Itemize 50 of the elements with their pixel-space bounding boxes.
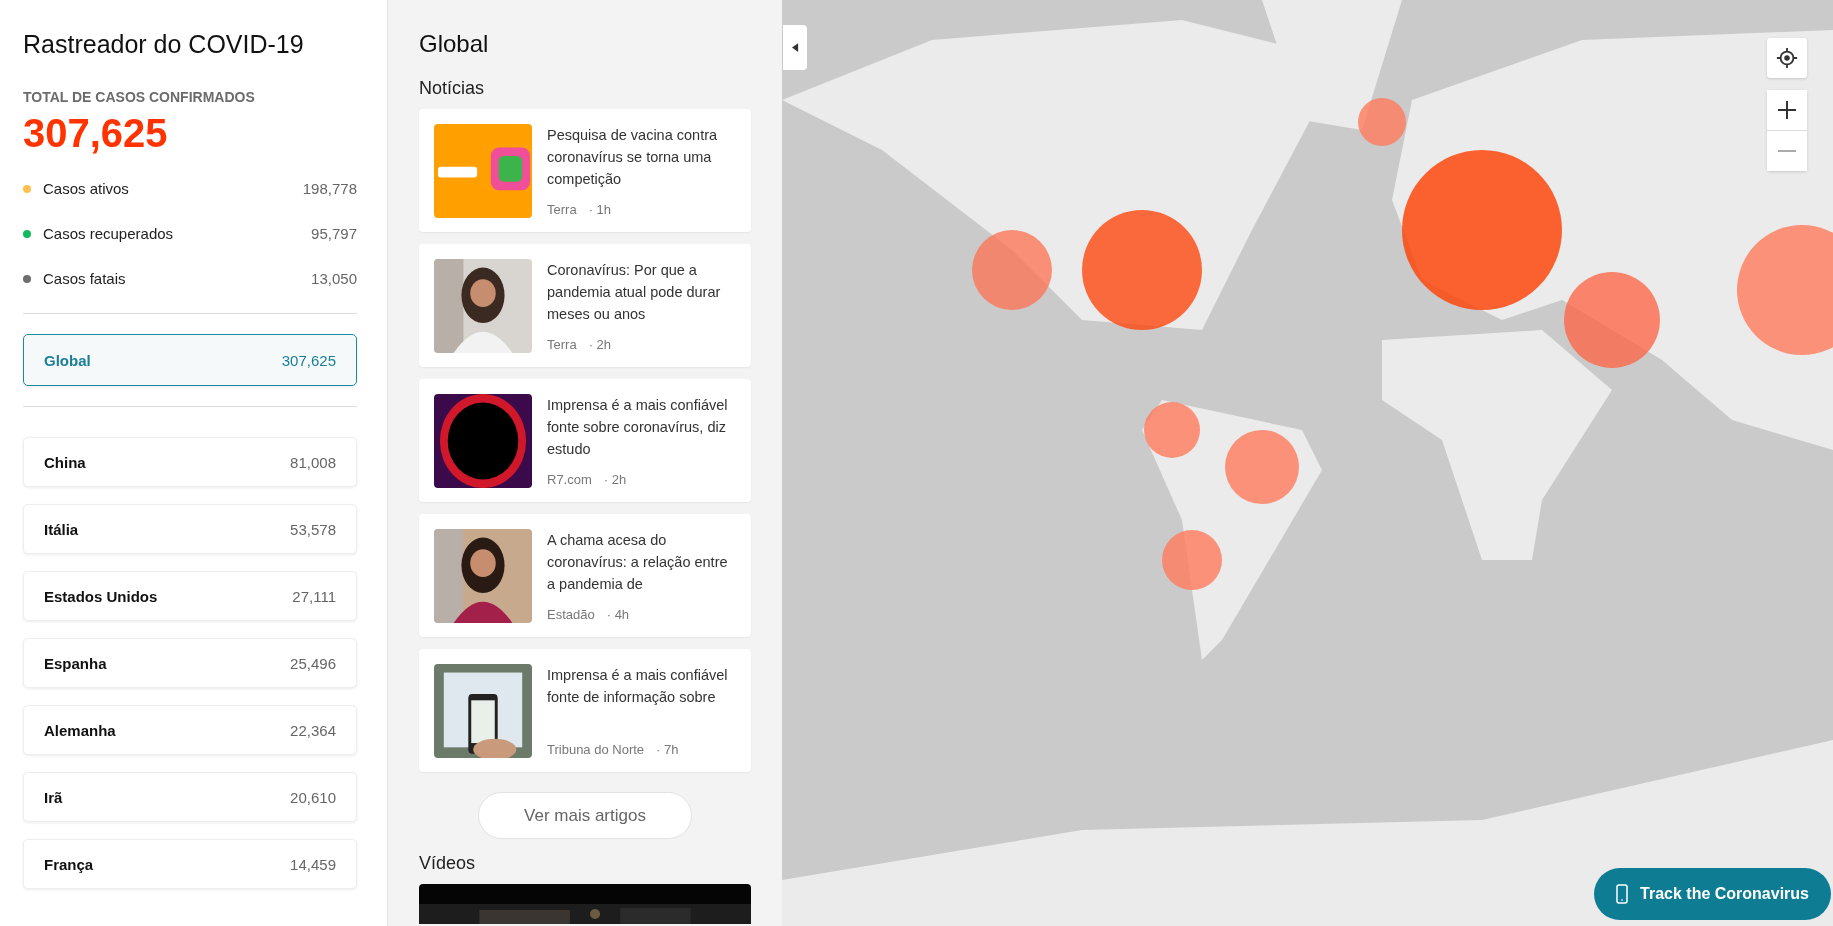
- country-card[interactable]: Alemanha 22,364: [23, 705, 357, 755]
- news-source: R7.com: [547, 472, 592, 487]
- total-label: TOTAL DE CASOS CONFIRMADOS: [23, 89, 256, 105]
- news-source: Terra: [547, 337, 577, 352]
- news-card[interactable]: A chama acesa do coronavírus: a relação entre a pandemia de Estadão · 4h: [419, 514, 751, 637]
- zoom-in-button[interactable]: [1767, 90, 1807, 130]
- news-card[interactable]: Coronavírus: Por que a pandemia atual pode durar meses ou anos Terra · 2h: [419, 244, 751, 367]
- videos-heading: Vídeos: [419, 853, 477, 874]
- news-headline[interactable]: Coronavírus: Por que a pandemia atual pode durar meses ou anos: [547, 259, 736, 325]
- news-time: · 7h: [656, 742, 679, 757]
- news-headline[interactable]: Imprensa é a mais confiável fonte de informação sobre: [547, 664, 736, 708]
- news-source: Tribuna do Norte: [547, 742, 645, 757]
- stat-value: 198,778: [302, 180, 357, 197]
- news-source: Terra: [547, 202, 577, 217]
- country-card[interactable]: Itália 53,578: [23, 504, 357, 554]
- news-card[interactable]: Pesquisa de vacina contra coronavírus se torna uma competição Terra · 1h: [419, 109, 751, 232]
- stat-value: 95,797: [311, 225, 357, 242]
- collapse-panel-button[interactable]: [783, 25, 807, 70]
- region-card[interactable]: Global 307,625: [23, 334, 357, 386]
- more-articles-button[interactable]: Ver mais artigos: [478, 792, 692, 839]
- stat-label: Casos recuperados: [43, 225, 174, 242]
- news-card[interactable]: Imprensa é a mais confiável fonte de informação sobre Tribuna do Norte · 7h: [419, 649, 751, 772]
- track-button[interactable]: Track the Coronavirus: [1594, 868, 1831, 920]
- country-card[interactable]: Estados Unidos 27,111: [23, 571, 357, 621]
- stat-value: 13,050: [311, 270, 357, 287]
- news-time: · 1h: [588, 202, 612, 217]
- stat-label: Casos ativos: [43, 180, 129, 197]
- news-card[interactable]: Imprensa é a mais confiável fonte sobre coronavírus, diz estudo R7.com · 2h: [419, 379, 751, 502]
- news-headline[interactable]: A chama acesa do coronavírus: a relação entre a pandemia de: [547, 529, 736, 595]
- app-title: Rastreador do COVID-19: [23, 30, 305, 59]
- crosshair-icon: [1776, 47, 1798, 69]
- country-card[interactable]: China 81,008: [23, 437, 357, 487]
- minus-icon: [1777, 149, 1797, 153]
- news-source: Estadão: [547, 607, 595, 622]
- total-count: 307,625: [23, 111, 169, 156]
- news-headline[interactable]: Imprensa é a mais confiável fonte sobre coronavírus, diz estudo: [547, 394, 736, 460]
- news-headline[interactable]: Pesquisa de vacina contra coronavírus se torna uma competição: [547, 124, 736, 190]
- news-time: · 4h: [606, 607, 630, 622]
- country-card[interactable]: França 14,459: [23, 839, 357, 889]
- news-heading: Notícias: [419, 78, 486, 99]
- news-time: · 2h: [588, 337, 612, 352]
- plus-icon: [1777, 100, 1797, 120]
- news-time: · 2h: [603, 472, 627, 487]
- country-card[interactable]: Espanha 25,496: [23, 638, 357, 688]
- section-title: Global: [419, 30, 490, 58]
- stat-label: Casos fatais: [43, 270, 126, 287]
- locate-button[interactable]: [1767, 38, 1807, 78]
- phone-icon: [1616, 884, 1629, 904]
- caret-icon: [791, 43, 799, 52]
- country-card[interactable]: Irã 20,610: [23, 772, 357, 822]
